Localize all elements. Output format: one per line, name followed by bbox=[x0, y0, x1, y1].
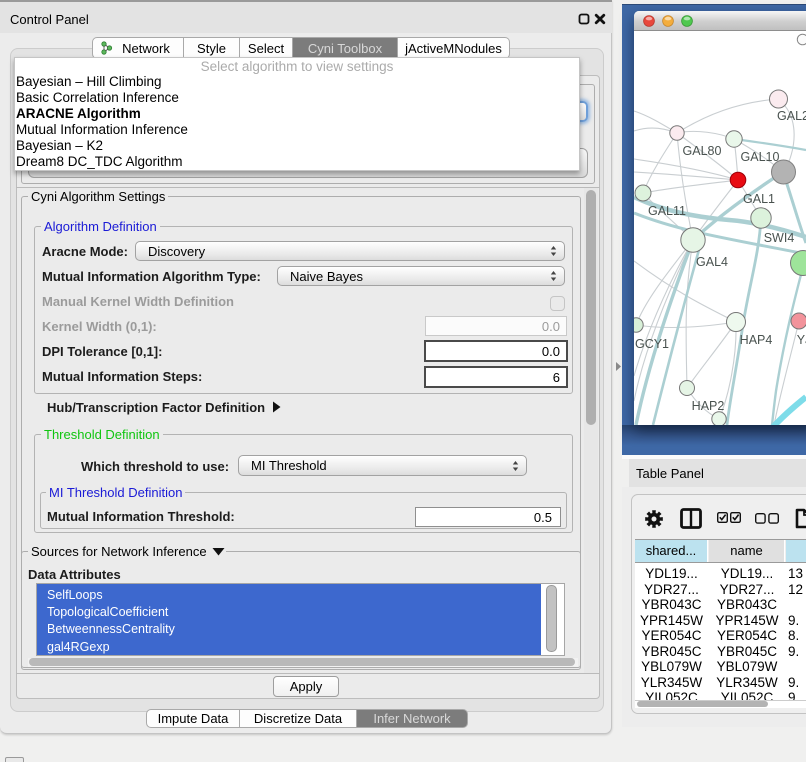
svg-text:YJ: YJ bbox=[797, 333, 806, 347]
svg-text:GCY1: GCY1 bbox=[635, 337, 669, 351]
svg-text:GAL1: GAL1 bbox=[743, 192, 775, 206]
svg-text:GAL4: GAL4 bbox=[696, 255, 728, 269]
svg-text:SWI4: SWI4 bbox=[764, 231, 795, 245]
svg-text:GAL2: GAL2 bbox=[777, 109, 806, 123]
svg-text:GAL11: GAL11 bbox=[648, 204, 686, 218]
svg-text:GAL80: GAL80 bbox=[683, 144, 722, 158]
svg-text:GAL10: GAL10 bbox=[741, 150, 780, 164]
svg-text:HAP2: HAP2 bbox=[692, 399, 725, 413]
svg-text:HAP4: HAP4 bbox=[740, 333, 773, 347]
